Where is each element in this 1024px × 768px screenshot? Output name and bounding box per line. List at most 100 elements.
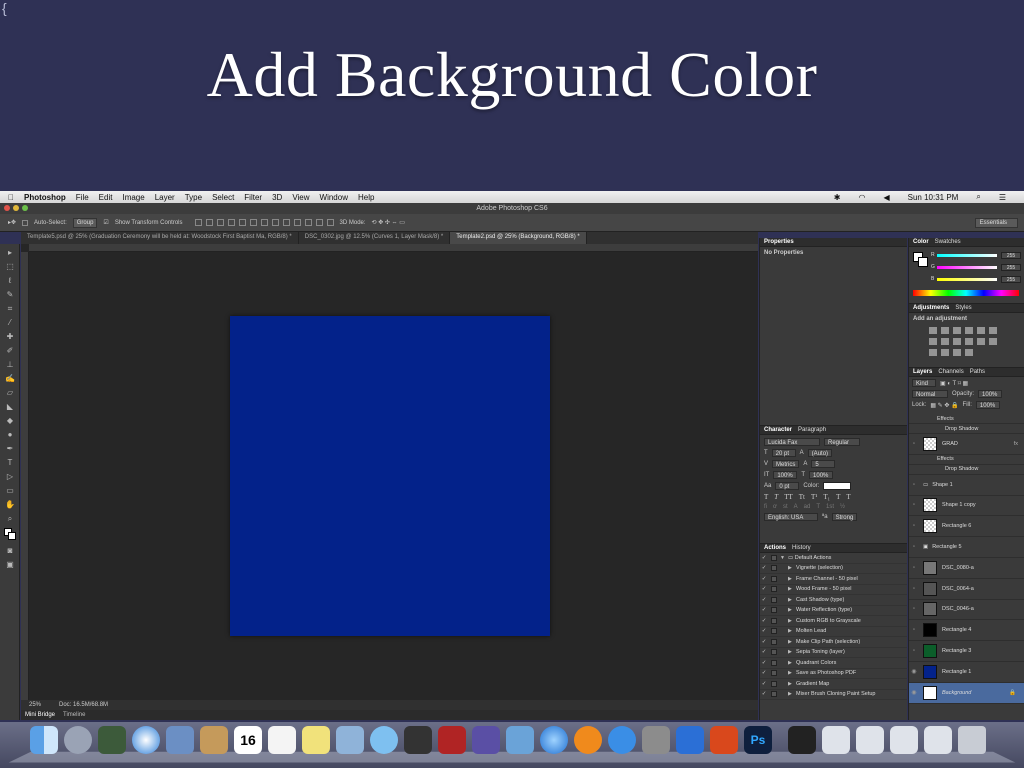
tab-swatches[interactable]: Swatches xyxy=(935,239,961,245)
language-select[interactable]: English: USA xyxy=(764,513,818,521)
tab-channels[interactable]: Channels xyxy=(938,369,963,375)
shape-tool-icon[interactable]: ▭ xyxy=(4,486,16,496)
action-item[interactable]: ✓ ▶ Wood Frame - 50 pixel xyxy=(760,585,907,595)
opentype-icon[interactable]: T xyxy=(816,504,820,510)
eyedropper-tool-icon[interactable]: ⁄ xyxy=(4,318,16,328)
menu-view[interactable]: View xyxy=(292,193,309,202)
type-tool-icon[interactable]: T xyxy=(4,458,16,468)
action-item[interactable]: ✓ ▶ Save as Photoshop PDF xyxy=(760,669,907,679)
safari-icon[interactable] xyxy=(132,726,160,754)
lookup-icon[interactable] xyxy=(977,338,985,345)
visibility-toggle[interactable]: ▫ xyxy=(909,606,919,612)
photoshop-icon[interactable]: Ps xyxy=(744,726,772,754)
action-item[interactable]: ✓ ▶ Sepia Toning (layer) xyxy=(760,648,907,658)
contacts-icon[interactable] xyxy=(200,726,228,754)
opentype-icon[interactable]: ơ xyxy=(773,504,777,510)
tab-actions[interactable]: Actions xyxy=(764,545,786,551)
stack-icon[interactable] xyxy=(890,726,918,754)
quick-mask-icon[interactable]: ◙ xyxy=(4,546,16,556)
small-caps-button[interactable]: Tt xyxy=(799,493,805,501)
blue-value[interactable]: 255 xyxy=(1001,276,1021,283)
system-preferences-icon[interactable] xyxy=(642,726,670,754)
menu-3d[interactable]: 3D xyxy=(272,193,282,202)
clock[interactable]: Sun 10:31 PM xyxy=(908,193,959,202)
antialias-select[interactable]: Strong xyxy=(831,513,858,521)
facetime-icon[interactable] xyxy=(404,726,432,754)
menu-file[interactable]: File xyxy=(76,193,89,202)
layer-effects[interactable]: Effects xyxy=(909,455,1024,465)
layer-row-background[interactable]: ◉ Background 🔒 xyxy=(909,682,1024,704)
subscript-button[interactable]: T₁ xyxy=(823,493,830,501)
tab-styles[interactable]: Styles xyxy=(955,305,971,311)
volume-icon[interactable]: ◀ xyxy=(883,193,889,202)
spotlight-icon[interactable]: ⌕ xyxy=(976,192,980,202)
photo-filter-icon[interactable] xyxy=(953,338,961,345)
action-item[interactable]: ✓ ▶ Water Reflection (type) xyxy=(760,606,907,616)
screen-mode-icon[interactable]: ▣ xyxy=(4,560,16,570)
opentype-icon[interactable]: A xyxy=(794,504,798,510)
layer-row[interactable]: ▫ Rectangle 6 xyxy=(909,516,1024,538)
layer-row[interactable]: ▫ Rectangle 3 xyxy=(909,641,1024,662)
menu-image[interactable]: Image xyxy=(122,193,144,202)
align-icon[interactable] xyxy=(326,219,334,226)
all-caps-button[interactable]: TT xyxy=(784,493,793,501)
layer-row[interactable]: ▫ GRAD fx xyxy=(909,434,1024,455)
lock-icons[interactable]: ▦ ✎ ✥ 🔒 xyxy=(930,402,958,409)
canvas[interactable] xyxy=(230,316,550,636)
red-slider[interactable] xyxy=(937,254,997,257)
fill-field[interactable]: 100% xyxy=(975,401,1000,409)
action-item[interactable]: ✓ ▶ Make Clip Path (selection) xyxy=(760,637,907,648)
layer-row[interactable]: ▫ DSC_0064-a xyxy=(909,579,1024,600)
photobooth-icon[interactable] xyxy=(438,726,466,754)
levels-icon[interactable] xyxy=(941,327,949,334)
strikethrough-button[interactable]: T xyxy=(846,493,850,501)
align-icon[interactable] xyxy=(271,219,279,226)
visibility-toggle[interactable]: ▫ xyxy=(909,523,919,529)
visibility-toggle[interactable]: ▫ xyxy=(909,544,919,550)
tab-history[interactable]: History xyxy=(792,545,811,551)
show-transform-checkbox[interactable]: ☑ xyxy=(103,219,108,226)
layer-kind-filter[interactable]: Kind xyxy=(912,379,936,387)
exposure-icon[interactable] xyxy=(965,327,973,334)
bucket-tool-icon[interactable]: ◣ xyxy=(4,402,16,412)
tab-paths[interactable]: Paths xyxy=(970,369,985,375)
visibility-toggle[interactable]: ▫ xyxy=(909,565,919,571)
tab-color[interactable]: Color xyxy=(913,239,929,245)
kerning-field[interactable]: Metrics xyxy=(772,460,800,468)
align-icon[interactable] xyxy=(216,219,224,226)
path-select-tool-icon[interactable]: ▷ xyxy=(4,472,16,482)
powerpoint-icon[interactable] xyxy=(710,726,738,754)
layer-row[interactable]: ▫ ▣ Rectangle 5 xyxy=(909,537,1024,558)
posterize-icon[interactable] xyxy=(929,349,937,356)
imovie-icon[interactable] xyxy=(472,726,500,754)
align-icon[interactable] xyxy=(260,219,268,226)
workspace-select[interactable]: Essentials xyxy=(974,218,1018,228)
3d-mode-icons[interactable]: ⟲ ✥ ✣ ⇔ ▭ xyxy=(372,219,405,226)
action-item[interactable]: ✓ ▶ Frame Channel - 50 pixel xyxy=(760,574,907,585)
hue-icon[interactable] xyxy=(989,327,997,334)
dodge-tool-icon[interactable]: ● xyxy=(4,430,16,440)
align-icon[interactable] xyxy=(315,219,323,226)
history-brush-tool-icon[interactable]: ✍ xyxy=(4,374,16,384)
layer-row[interactable]: ▫ Rectangle 4 xyxy=(909,620,1024,642)
blur-tool-icon[interactable]: ◆ xyxy=(4,416,16,426)
opentype-icon[interactable]: st xyxy=(783,504,788,510)
faux-italic-button[interactable]: T xyxy=(774,493,778,501)
action-set[interactable]: ✓ ▼ ▭ Default Actions xyxy=(760,553,907,564)
hand-tool-icon[interactable]: ✋ xyxy=(4,500,16,510)
layer-effect-drop-shadow[interactable]: Drop Shadow xyxy=(909,465,1024,475)
healing-tool-icon[interactable]: ✚ xyxy=(4,332,16,342)
stack-icon[interactable] xyxy=(822,726,850,754)
action-item[interactable]: ✓ ▶ Custom RGB to Grayscale xyxy=(760,616,907,627)
messages-icon[interactable] xyxy=(370,726,398,754)
color-swatch-icon[interactable] xyxy=(4,528,16,542)
layer-effects[interactable]: Effects xyxy=(909,414,1024,424)
font-style-select[interactable]: Regular xyxy=(824,438,860,446)
font-family-select[interactable]: Lucida Fax xyxy=(764,438,820,446)
apple-icon[interactable]:  xyxy=(8,193,14,202)
move-tool-icon[interactable]: ▸ xyxy=(4,248,16,258)
menu-select[interactable]: Select xyxy=(212,193,234,202)
marquee-tool-icon[interactable]: ⬚ xyxy=(4,262,16,272)
visibility-toggle[interactable]: ▫ xyxy=(909,586,919,592)
mail-icon[interactable] xyxy=(166,726,194,754)
